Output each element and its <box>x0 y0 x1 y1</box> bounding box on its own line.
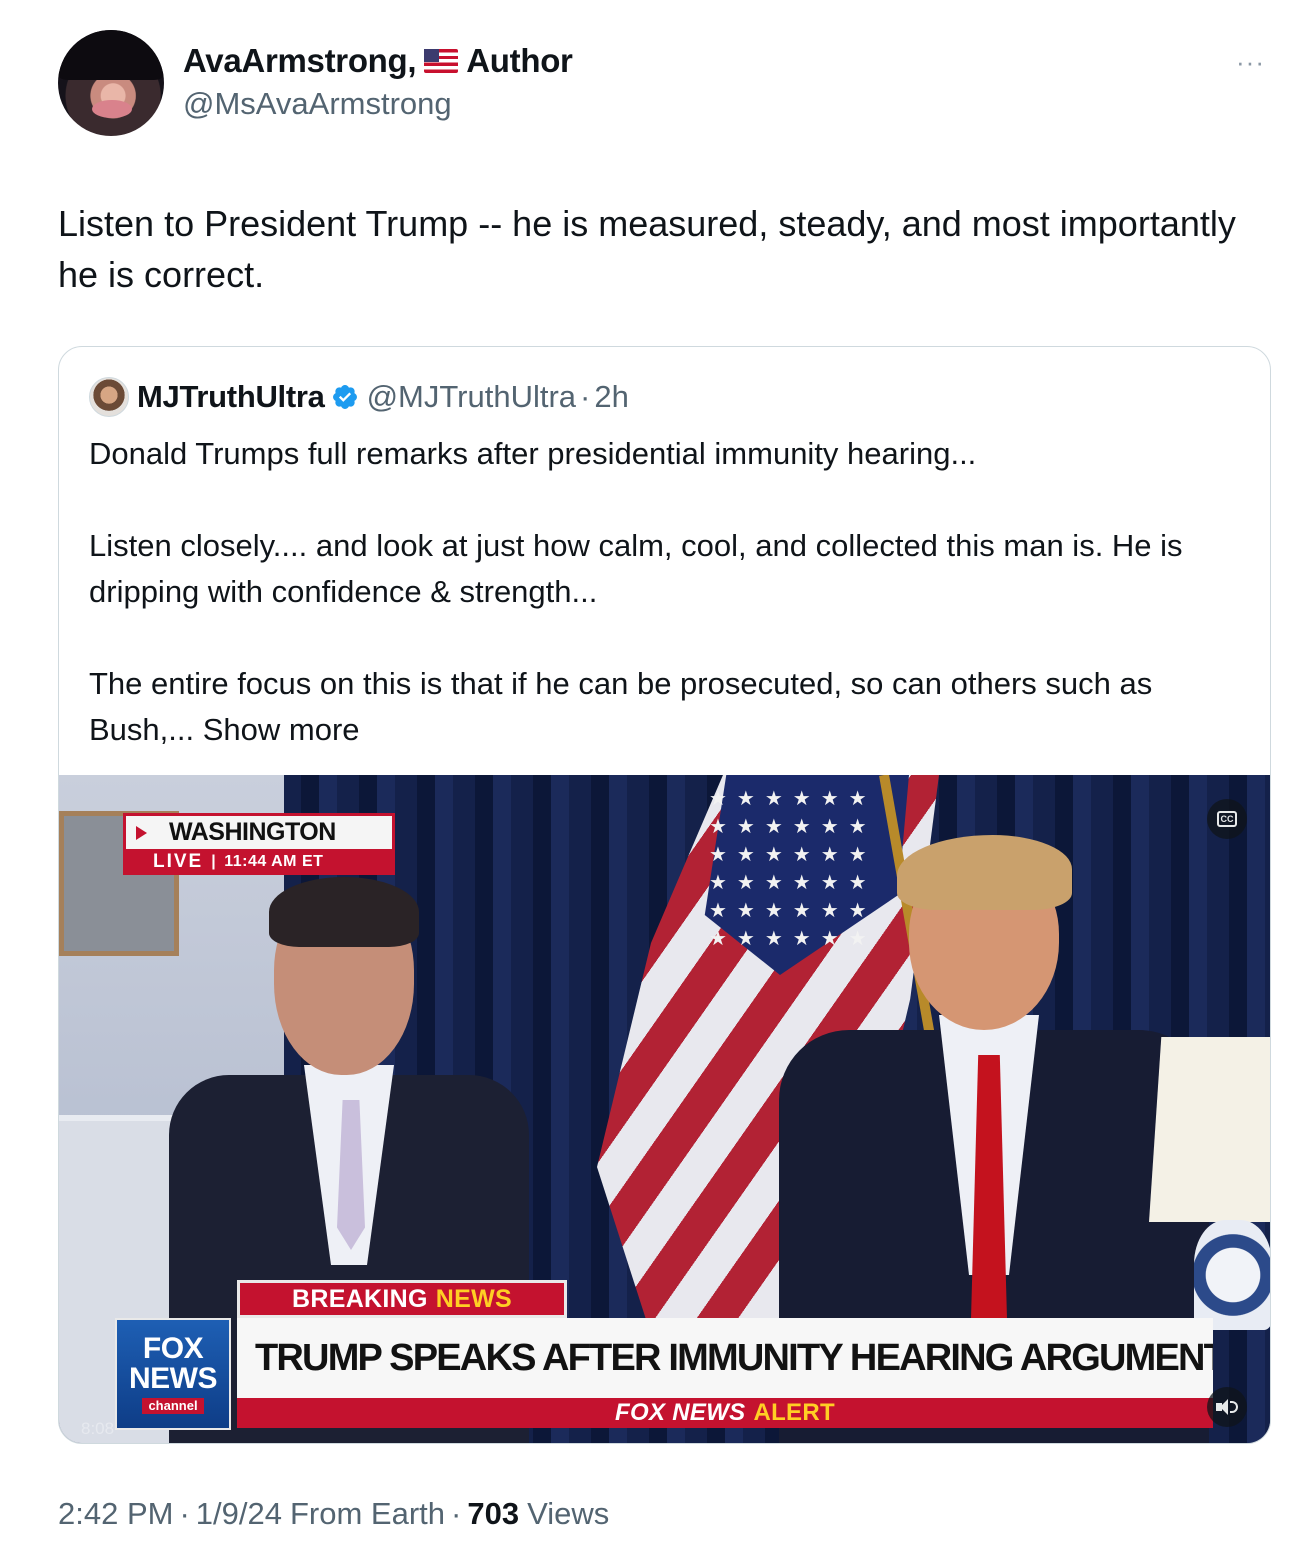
video-timecode: 8:08 <box>81 1419 115 1438</box>
tweet-metadata: 2:42 PM · 1/9/24 From Earth · 703 Views <box>58 1496 609 1532</box>
quoted-author-name[interactable]: MJTruthUltra <box>137 379 325 415</box>
captions-button[interactable]: CC <box>1207 799 1247 839</box>
tweet-date[interactable]: 1/9/24 <box>196 1496 282 1532</box>
verified-badge-icon <box>332 385 357 409</box>
quoted-tweet[interactable]: MJTruthUltra @MJTruthUltra · 2h Donald T… <box>58 346 1271 1444</box>
fox-news-logo: FOX NEWS channel <box>115 1318 231 1430</box>
headline-bar: TRUMP SPEAKS AFTER IMMUNITY HEARING ARGU… <box>237 1318 1213 1398</box>
author-name-text: AvaArmstrong, <box>183 42 417 79</box>
author-display-name[interactable]: AvaArmstrong, Author <box>183 42 573 80</box>
live-label: LIVE <box>153 851 204 872</box>
alert-bar: FOX NEWS ALERT <box>237 1398 1213 1428</box>
volume-icon <box>1216 1398 1238 1416</box>
location-banner: WASHINGTON LIVE | 11:44 AM ET <box>123 813 395 875</box>
more-options-icon[interactable]: ··· <box>1236 49 1272 75</box>
volume-button[interactable] <box>1207 1387 1247 1427</box>
us-flag-icon <box>424 49 459 73</box>
quoted-paragraph-1: Donald Trumps full remarks after preside… <box>89 436 977 471</box>
meta-separator-2: · <box>451 1496 462 1531</box>
author-title-suffix: Author <box>466 42 573 79</box>
location-text: WASHINGTON <box>169 818 336 846</box>
tweet-source: From Earth <box>289 1496 446 1531</box>
quoted-author-handle[interactable]: @MJTruthUltra <box>367 379 576 415</box>
header-separator: · <box>580 379 591 414</box>
logo-line-3: channel <box>142 1398 204 1414</box>
tweet: AvaArmstrong, Author @MsAvaArmstrong ···… <box>0 0 1309 1562</box>
tweet-text: Listen to President Trump -- he is measu… <box>58 203 1236 295</box>
live-time: 11:44 AM ET <box>224 853 324 870</box>
live-separator: | <box>211 853 217 870</box>
views-label[interactable]: Views <box>527 1496 609 1532</box>
breaking-word: BREAKING <box>292 1284 428 1313</box>
captions-icon: CC <box>1217 811 1237 827</box>
video-player[interactable]: ★★★★★★★★★★★★★★★★★★★★★★★★★★★★★★★★★★★★★★★★ <box>59 775 1270 1443</box>
quoted-author-avatar[interactable] <box>89 377 129 417</box>
meta-separator: · <box>179 1496 190 1531</box>
alert-brand: FOX NEWS <box>615 1399 746 1426</box>
author-handle[interactable]: @MsAvaArmstrong <box>183 86 452 122</box>
logo-line-2: NEWS <box>129 1362 218 1395</box>
logo-line-1: FOX <box>142 1332 204 1365</box>
news-lower-third: BREAKING NEWS TRUMP SPEAKS AFTER IMMUNIT… <box>59 1280 1270 1443</box>
quoted-tweet-text: Donald Trumps full remarks after preside… <box>89 431 1239 753</box>
lamp-shade <box>1149 1037 1270 1222</box>
quoted-tweet-time[interactable]: 2h <box>594 379 628 415</box>
quoted-tweet-header: MJTruthUltra @MJTruthUltra · 2h <box>89 375 629 419</box>
alert-word: ALERT <box>753 1399 835 1426</box>
quoted-paragraph-3: The entire focus on this is that if he c… <box>89 661 1239 753</box>
news-word: NEWS <box>435 1284 512 1313</box>
author-avatar[interactable] <box>58 30 164 136</box>
tweet-time[interactable]: 2:42 PM <box>58 1496 173 1532</box>
breaking-news-tag: BREAKING NEWS <box>237 1280 567 1318</box>
play-arrow-icon <box>136 825 147 840</box>
quoted-paragraph-2: Listen closely.... and look at just how … <box>89 528 1183 609</box>
views-count[interactable]: 703 <box>467 1496 519 1532</box>
show-more-link[interactable]: Show more <box>203 712 360 747</box>
